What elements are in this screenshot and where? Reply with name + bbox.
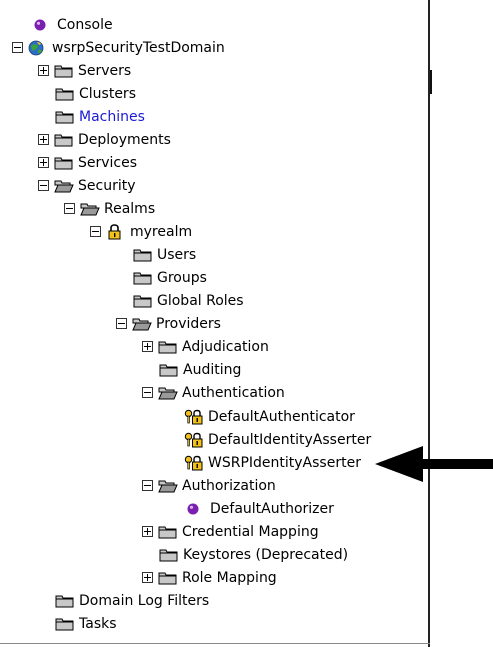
folder-icon — [133, 295, 152, 307]
tree-node-groups[interactable]: Groups — [133, 266, 207, 289]
tree-label: Security — [78, 177, 136, 194]
open-folder-icon — [158, 387, 178, 399]
tree-label: Role Mapping — [182, 569, 277, 586]
tree-label: WSRPIdentityAsserter — [208, 454, 361, 471]
tree-node-keystores[interactable]: Keystores (Deprecated) — [159, 543, 348, 566]
folder-icon — [133, 272, 152, 284]
open-folder-icon — [80, 203, 100, 215]
folder-icon — [159, 549, 178, 561]
tree-node-providers[interactable]: Providers — [116, 312, 221, 335]
tree-label: wsrpSecurityTestDomain — [52, 39, 225, 56]
folder-icon — [55, 111, 74, 123]
folder-icon — [158, 526, 177, 538]
collapse-toggle[interactable] — [116, 318, 127, 329]
tree-label: Services — [78, 154, 138, 171]
tree-node-authentication[interactable]: Authentication — [142, 381, 285, 404]
tree-label: Clusters — [79, 85, 136, 102]
folder-icon — [158, 572, 177, 584]
tree-node-credential-mapping[interactable]: Credential Mapping — [142, 520, 319, 543]
expand-toggle[interactable] — [142, 526, 153, 537]
folder-icon — [158, 341, 177, 353]
tree-label: Providers — [156, 315, 221, 332]
tree-label: Groups — [157, 269, 207, 286]
collapse-toggle[interactable] — [142, 387, 153, 398]
purple-bullet-icon — [187, 503, 199, 514]
lock-icon — [108, 223, 121, 239]
folder-icon — [54, 65, 73, 77]
tree-label: Console — [57, 16, 113, 33]
tree-node-adjudication[interactable]: Adjudication — [142, 335, 269, 358]
tree-node-services[interactable]: Services — [38, 151, 137, 174]
folder-icon — [54, 134, 73, 146]
globe-icon — [28, 40, 44, 55]
tree-label: Auditing — [183, 361, 242, 378]
tree-node-realms[interactable]: Realms — [64, 197, 155, 220]
folder-icon — [55, 88, 74, 100]
tree-node-default-authenticator[interactable]: DefaultAuthenticator — [184, 405, 355, 428]
tree-label: Deployments — [78, 131, 171, 148]
expand-toggle[interactable] — [38, 134, 49, 145]
tree-node-domain[interactable]: wsrpSecurityTestDomain — [12, 36, 225, 59]
tree-node-default-identity-asserter[interactable]: DefaultIdentityAsserter — [184, 428, 371, 451]
collapse-toggle[interactable] — [142, 480, 153, 491]
folder-icon — [133, 249, 152, 261]
tree-node-tasks[interactable]: Tasks — [55, 612, 117, 635]
panel-border-right — [428, 0, 430, 647]
tree-node-default-authorizer[interactable]: DefaultAuthorizer — [186, 497, 334, 520]
tree-node-console[interactable]: Console — [33, 13, 113, 36]
tree-label: Authorization — [182, 477, 276, 494]
tree-node-users[interactable]: Users — [133, 243, 196, 266]
folder-icon — [54, 157, 73, 169]
collapse-toggle[interactable] — [90, 226, 101, 237]
tree-node-clusters[interactable]: Clusters — [55, 82, 136, 105]
folder-icon — [159, 364, 178, 376]
tree-label: DefaultAuthenticator — [208, 408, 355, 425]
tree-label: Users — [157, 246, 197, 263]
tree-label: Adjudication — [182, 338, 269, 355]
tree-node-machines[interactable]: Machines — [55, 105, 145, 128]
panel-border-bottom — [0, 643, 430, 644]
tree-node-security[interactable]: Security — [38, 174, 136, 197]
folder-icon — [55, 595, 74, 607]
expand-toggle[interactable] — [38, 157, 49, 168]
open-folder-icon — [158, 480, 178, 492]
collapse-toggle[interactable] — [12, 42, 23, 53]
tree-label: Servers — [78, 62, 132, 79]
open-folder-icon — [54, 180, 74, 192]
tree-node-myrealm[interactable]: myrealm — [90, 220, 192, 243]
tree-label: Authentication — [182, 384, 285, 401]
purple-bullet-icon — [34, 19, 46, 30]
key-lock-icon — [184, 432, 203, 447]
tree-label: Realms — [104, 200, 156, 217]
expand-toggle[interactable] — [38, 65, 49, 76]
tree-label: Global Roles — [157, 292, 244, 309]
scrollbar-thumb[interactable] — [430, 70, 432, 94]
collapse-toggle[interactable] — [38, 180, 49, 191]
tree-label: DefaultAuthorizer — [210, 500, 334, 517]
tree-node-auditing[interactable]: Auditing — [159, 358, 241, 381]
tree-label: Credential Mapping — [182, 523, 319, 540]
tree-node-domain-log-filters[interactable]: Domain Log Filters — [55, 589, 209, 612]
key-lock-icon — [184, 455, 203, 470]
key-lock-icon — [184, 409, 203, 424]
expand-toggle[interactable] — [142, 572, 153, 583]
open-folder-icon — [132, 318, 152, 330]
tree-label: Domain Log Filters — [79, 592, 210, 609]
arrow-left-icon — [375, 446, 493, 482]
expand-toggle[interactable] — [142, 341, 153, 352]
tree-node-authorization[interactable]: Authorization — [142, 474, 276, 497]
navigation-tree-panel: Console wsrpSecurityTestDomain Servers C… — [0, 0, 430, 647]
tree-label: DefaultIdentityAsserter — [208, 431, 372, 448]
tree-node-deployments[interactable]: Deployments — [38, 128, 171, 151]
tree-label: Tasks — [79, 615, 117, 632]
tree-node-servers[interactable]: Servers — [38, 59, 131, 82]
tree-node-wsrp-identity-asserter[interactable]: WSRPIdentityAsserter — [184, 451, 361, 474]
tree-label: Keystores (Deprecated) — [183, 546, 349, 563]
folder-icon — [55, 618, 74, 630]
tree-node-role-mapping[interactable]: Role Mapping — [142, 566, 277, 589]
collapse-toggle[interactable] — [64, 203, 75, 214]
tree-label-link[interactable]: Machines — [79, 109, 145, 125]
tree-label: myrealm — [130, 223, 193, 240]
tree-node-global-roles[interactable]: Global Roles — [133, 289, 244, 312]
